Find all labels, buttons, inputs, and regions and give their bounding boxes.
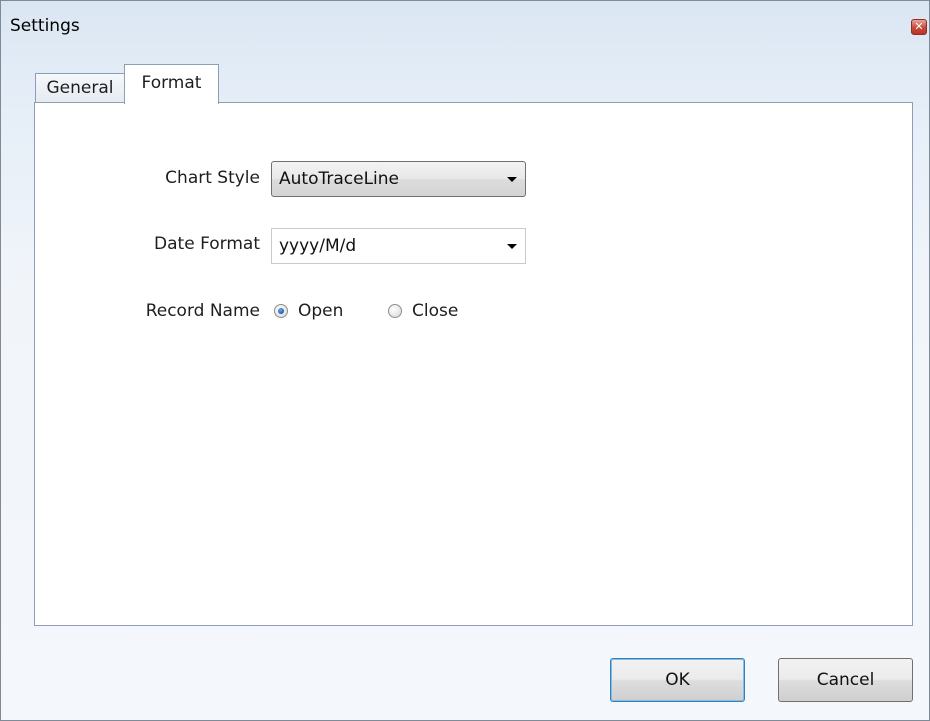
chart-style-label: Chart Style (165, 168, 260, 188)
close-button[interactable]: ✕ (911, 19, 927, 35)
tab-format-label: Format (141, 73, 202, 93)
format-panel: Chart Style AutoTraceLine Date Format yy… (34, 102, 913, 626)
tab-general[interactable]: General (35, 73, 125, 103)
radio-unchecked-icon[interactable] (388, 304, 402, 318)
record-name-label: Record Name (145, 301, 260, 321)
radio-checked-icon[interactable] (274, 304, 288, 318)
title-bar[interactable]: Settings ✕ (1, 1, 929, 41)
date-format-value: yyyy/M/d (279, 236, 357, 256)
close-icon: ✕ (914, 20, 924, 33)
tab-format[interactable]: Format (124, 64, 219, 104)
chevron-down-icon (507, 177, 517, 182)
ok-button[interactable]: OK (610, 658, 745, 702)
radio-close-label[interactable]: Close (412, 301, 458, 321)
chevron-down-icon[interactable] (507, 244, 517, 249)
date-format-combobox[interactable]: yyyy/M/d (271, 228, 526, 264)
cancel-button[interactable]: Cancel (778, 658, 913, 702)
chart-style-value: AutoTraceLine (279, 169, 399, 189)
radio-open-label[interactable]: Open (298, 301, 343, 321)
date-format-label: Date Format (154, 234, 260, 254)
settings-dialog: Settings ✕ General Format Chart Style Au… (0, 0, 930, 721)
tab-general-label: General (46, 78, 114, 98)
chart-style-dropdown[interactable]: AutoTraceLine (271, 161, 526, 197)
window-title: Settings (10, 16, 80, 36)
